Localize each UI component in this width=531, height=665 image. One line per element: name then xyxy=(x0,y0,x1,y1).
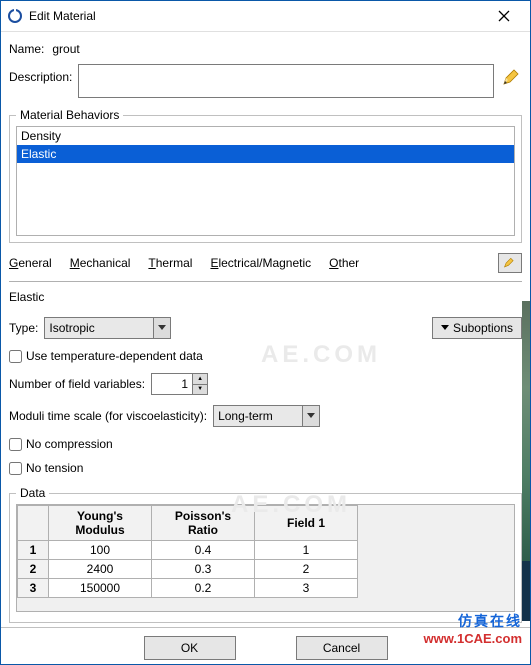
name-row: Name: grout xyxy=(9,42,522,56)
moduli-row: Moduli time scale (for viscoelasticity):… xyxy=(9,405,522,427)
pencil-icon xyxy=(502,68,520,86)
cell-youngs-modulus[interactable]: 2400 xyxy=(49,560,152,579)
description-label: Description: xyxy=(9,70,72,84)
temp-dependent-checkbox[interactable] xyxy=(9,350,22,363)
behavior-item-elastic[interactable]: Elastic xyxy=(17,145,514,163)
edit-material-dialog: AE.COM AE.COM Edit Material Name: grout … xyxy=(0,0,531,665)
behavior-menu-bar: General Mechanical Thermal Electrical/Ma… xyxy=(9,253,522,273)
ok-button[interactable]: OK xyxy=(144,636,236,660)
spinner-up-button[interactable]: ▲ xyxy=(193,374,207,385)
data-table: Young'sModulus Poisson'sRatio Field 1 1 … xyxy=(17,505,358,598)
menu-mechanical[interactable]: Mechanical xyxy=(70,256,131,270)
col-poissons-ratio[interactable]: Poisson'sRatio xyxy=(152,506,255,541)
no-compression-checkbox[interactable] xyxy=(9,438,22,451)
elastic-section-title: Elastic xyxy=(9,290,522,304)
field-vars-input[interactable] xyxy=(152,374,192,394)
temp-dep-row: Use temperature-dependent data xyxy=(9,349,522,363)
type-select[interactable]: Isotropic xyxy=(44,317,171,339)
cell-youngs-modulus[interactable]: 100 xyxy=(49,541,152,560)
data-table-scroll[interactable]: Young'sModulus Poisson'sRatio Field 1 1 … xyxy=(16,504,515,612)
suboptions-label: Suboptions xyxy=(453,321,513,335)
no-compression-row: No compression xyxy=(9,437,522,451)
no-tension-row: No tension xyxy=(9,461,522,475)
titlebar: Edit Material xyxy=(1,1,530,32)
no-compression-label: No compression xyxy=(26,437,113,451)
separator xyxy=(9,281,522,282)
table-row: 1 100 0.4 1 xyxy=(18,541,358,560)
cell-poissons-ratio[interactable]: 0.2 xyxy=(152,579,255,598)
type-value: Isotropic xyxy=(45,321,153,335)
table-header-row: Young'sModulus Poisson'sRatio Field 1 xyxy=(18,506,358,541)
chevron-down-icon xyxy=(153,318,170,338)
temp-dependent-label: Use temperature-dependent data xyxy=(26,349,203,363)
name-value: grout xyxy=(52,42,79,56)
delete-behavior-button[interactable] xyxy=(498,253,522,273)
cell-field1[interactable]: 1 xyxy=(255,541,358,560)
field-vars-spinner[interactable]: ▲ ▼ xyxy=(151,373,208,395)
row-number[interactable]: 3 xyxy=(18,579,49,598)
window-title: Edit Material xyxy=(29,9,484,23)
close-button[interactable] xyxy=(484,2,524,30)
name-label: Name: xyxy=(9,42,44,56)
suboptions-button[interactable]: Suboptions xyxy=(432,317,522,339)
behavior-item-density[interactable]: Density xyxy=(17,127,514,145)
pencil-icon xyxy=(503,257,517,269)
right-edge-strip xyxy=(522,561,530,621)
chevron-down-icon xyxy=(302,406,319,426)
field-vars-row: Number of field variables: ▲ ▼ xyxy=(9,373,522,395)
cell-youngs-modulus[interactable]: 150000 xyxy=(49,579,152,598)
type-row: Type: Isotropic Suboptions xyxy=(9,317,522,339)
data-group: Data Young'sModulus Poisson'sRatio Field… xyxy=(9,486,522,623)
no-tension-checkbox[interactable] xyxy=(9,462,22,475)
menu-electrical[interactable]: Electrical/Magnetic xyxy=(210,256,311,270)
table-row: 2 2400 0.3 2 xyxy=(18,560,358,579)
cell-field1[interactable]: 2 xyxy=(255,560,358,579)
row-number[interactable]: 2 xyxy=(18,560,49,579)
row-number[interactable]: 1 xyxy=(18,541,49,560)
moduli-select[interactable]: Long-term xyxy=(213,405,320,427)
menu-thermal[interactable]: Thermal xyxy=(148,256,192,270)
cell-poissons-ratio[interactable]: 0.3 xyxy=(152,560,255,579)
data-legend: Data xyxy=(16,486,49,500)
col-youngs-modulus[interactable]: Young'sModulus xyxy=(49,506,152,541)
spinner-down-button[interactable]: ▼ xyxy=(193,385,207,395)
menu-other[interactable]: Other xyxy=(329,256,359,270)
col-field-1[interactable]: Field 1 xyxy=(255,506,358,541)
description-row: Description: xyxy=(9,64,522,98)
material-behaviors-list[interactable]: Density Elastic xyxy=(16,126,515,236)
menu-general[interactable]: General xyxy=(9,256,52,270)
type-label: Type: xyxy=(9,321,38,335)
table-row: 3 150000 0.2 3 xyxy=(18,579,358,598)
app-icon xyxy=(7,8,23,24)
no-tension-label: No tension xyxy=(26,461,83,475)
material-behaviors-group: Material Behaviors Density Elastic xyxy=(9,108,522,243)
triangle-down-icon xyxy=(441,325,449,331)
description-input[interactable] xyxy=(78,64,494,98)
field-vars-label: Number of field variables: xyxy=(9,377,145,391)
table-corner xyxy=(18,506,49,541)
cancel-button[interactable]: Cancel xyxy=(296,636,388,660)
dialog-button-bar: OK Cancel xyxy=(1,627,530,664)
cell-poissons-ratio[interactable]: 0.4 xyxy=(152,541,255,560)
material-behaviors-legend: Material Behaviors xyxy=(16,108,123,122)
cell-field1[interactable]: 3 xyxy=(255,579,358,598)
right-edge-strip xyxy=(522,301,530,561)
edit-description-button[interactable] xyxy=(500,64,522,86)
moduli-label: Moduli time scale (for viscoelasticity): xyxy=(9,409,207,423)
moduli-value: Long-term xyxy=(214,409,302,423)
